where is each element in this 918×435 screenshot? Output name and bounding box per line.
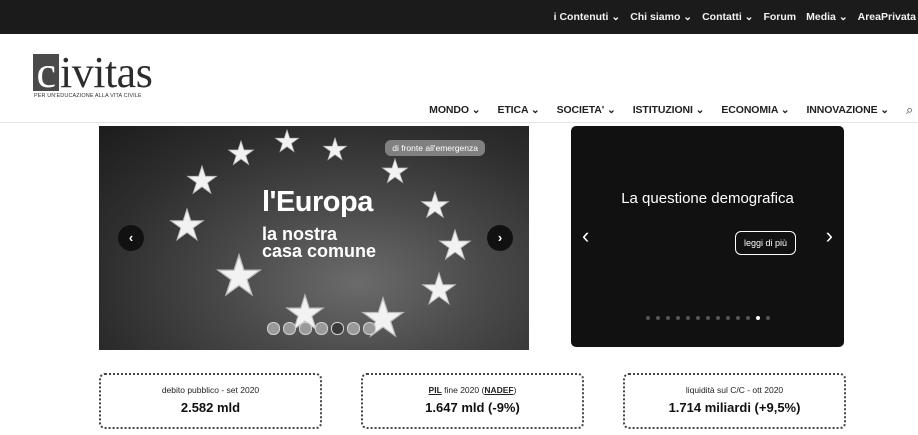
nav-item-innovazione[interactable]: INNOVAZIONE ⌄ [806, 104, 889, 116]
slider-dots [646, 316, 770, 320]
slider-prev-button[interactable]: ‹ [118, 225, 144, 251]
top-menu-forum[interactable]: Forum [763, 11, 796, 23]
slider-dot[interactable] [736, 316, 740, 320]
read-more-button[interactable]: leggi di più [735, 231, 797, 255]
slider-next-button[interactable]: › [826, 223, 833, 249]
nav-item-societa[interactable]: SOCIETA' ⌄ [557, 104, 616, 116]
nav-item-etica[interactable]: ETICA ⌄ [497, 104, 539, 116]
slider-dot[interactable] [686, 316, 690, 320]
slider-dot[interactable] [716, 316, 720, 320]
slider-dot[interactable] [656, 316, 660, 320]
slider-dot[interactable] [746, 316, 750, 320]
top-menu-media[interactable]: Media ⌄ [806, 11, 847, 23]
nav-item-economia[interactable]: ECONOMIA ⌄ [721, 104, 789, 116]
stat-value: 2.582 mld [180, 400, 241, 415]
slide-title[interactable]: La questione demografica [571, 190, 844, 207]
main-nav: MONDO ⌄ ETICA ⌄ SOCIETA' ⌄ ISTITUZIONI ⌄… [429, 102, 918, 118]
stat-card-liquidita: liquidità sul C/C - ott 2020 1.714 milia… [623, 373, 846, 429]
search-icon[interactable]: ⌕ [906, 102, 918, 118]
slider-dot[interactable] [696, 316, 700, 320]
slider-dot[interactable] [766, 316, 770, 320]
slider-dot[interactable] [267, 322, 280, 335]
top-menu-contenuti[interactable]: i Contenuti ⌄ [554, 11, 621, 23]
top-menu-chi-siamo[interactable]: Chi siamo ⌄ [630, 11, 692, 23]
top-menu-contatti[interactable]: Contatti ⌄ [702, 11, 753, 23]
slide-badge[interactable]: di fronte all'emergenza [385, 140, 485, 156]
top-bar: i Contenuti ⌄ Chi siamo ⌄ Contatti ⌄ For… [0, 0, 918, 34]
slider-dot[interactable] [315, 322, 328, 335]
nav-item-mondo[interactable]: MONDO ⌄ [429, 104, 480, 116]
stat-label: PIL fine 2020 (NADEF) [428, 385, 517, 395]
slider-dot[interactable] [646, 316, 650, 320]
nadef-link[interactable]: NADEF [484, 385, 513, 395]
slider-dot[interactable] [299, 322, 312, 335]
top-menu: i Contenuti ⌄ Chi siamo ⌄ Contatti ⌄ For… [554, 0, 918, 34]
site-logo[interactable]: c ivitas PER UN'EDUCAZIONE ALLA VITA CIVI… [33, 48, 153, 103]
slider-dot[interactable] [283, 322, 296, 335]
slider-dot[interactable] [347, 322, 360, 335]
slider-dot[interactable] [706, 316, 710, 320]
slider-dot[interactable] [331, 322, 344, 335]
stat-card-pil: PIL fine 2020 (NADEF) 1.647 mld (-9%) [361, 373, 584, 429]
slider-prev-button[interactable]: ‹ [582, 223, 589, 249]
nav-item-istituzioni[interactable]: ISTITUZIONI ⌄ [633, 104, 705, 116]
slider-dot[interactable] [676, 316, 680, 320]
slider-dot[interactable] [756, 316, 760, 320]
site-header: c ivitas PER UN'EDUCAZIONE ALLA VITA CIVI… [0, 34, 918, 123]
europe-slider: di fronte all'emergenza l'Europa la nost… [99, 126, 529, 350]
stat-value: 1.647 mld (-9%) [425, 400, 520, 415]
demography-slider: La questione demografica leggi di più ‹ … [571, 126, 844, 347]
slider-dots [267, 322, 376, 335]
slide-title[interactable]: l'Europa [262, 186, 373, 219]
pil-link[interactable]: PIL [429, 385, 442, 395]
slider-dot[interactable] [726, 316, 730, 320]
slider-dot[interactable] [363, 322, 376, 335]
logo-tagline: PER UN'EDUCAZIONE ALLA VITA CIVILE [34, 93, 142, 99]
stat-value: 1.714 miliardi (+9,5%) [668, 400, 801, 415]
stat-label: liquidità sul C/C - ott 2020 [685, 385, 784, 395]
logo-wordmark: c ivitas [33, 47, 153, 98]
top-menu-area-privata[interactable]: AreaPrivata [858, 11, 916, 23]
slider-next-button[interactable]: › [487, 225, 513, 251]
stat-label: debito pubblico - set 2020 [161, 385, 260, 395]
slider-dot[interactable] [666, 316, 670, 320]
stat-card-debito: debito pubblico - set 2020 2.582 mld [99, 373, 322, 429]
slide-subtitle: la nostra casa comune [262, 224, 377, 261]
